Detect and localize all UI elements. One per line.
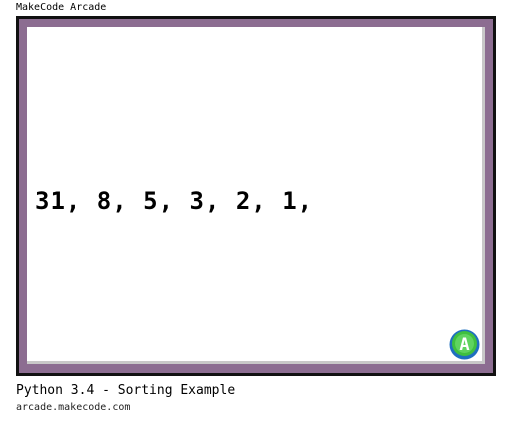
app-title: MakeCode Arcade: [16, 2, 107, 13]
a-button-icon: A: [449, 329, 480, 360]
a-button-label: A: [459, 335, 469, 355]
screen-edge-right: [482, 27, 485, 364]
example-caption: Python 3.4 - Sorting Example: [16, 383, 236, 398]
game-frame-border: 31, 8, 5, 3, 2, 1,: [19, 19, 493, 373]
game-screen[interactable]: 31, 8, 5, 3, 2, 1,: [27, 27, 485, 364]
a-button[interactable]: A: [449, 329, 480, 360]
game-frame: 31, 8, 5, 3, 2, 1,: [16, 16, 496, 376]
screen-edge-bottom: [27, 361, 485, 364]
sorted-output-text: 31, 8, 5, 3, 2, 1,: [35, 187, 314, 215]
site-url: arcade.makecode.com: [16, 402, 131, 413]
